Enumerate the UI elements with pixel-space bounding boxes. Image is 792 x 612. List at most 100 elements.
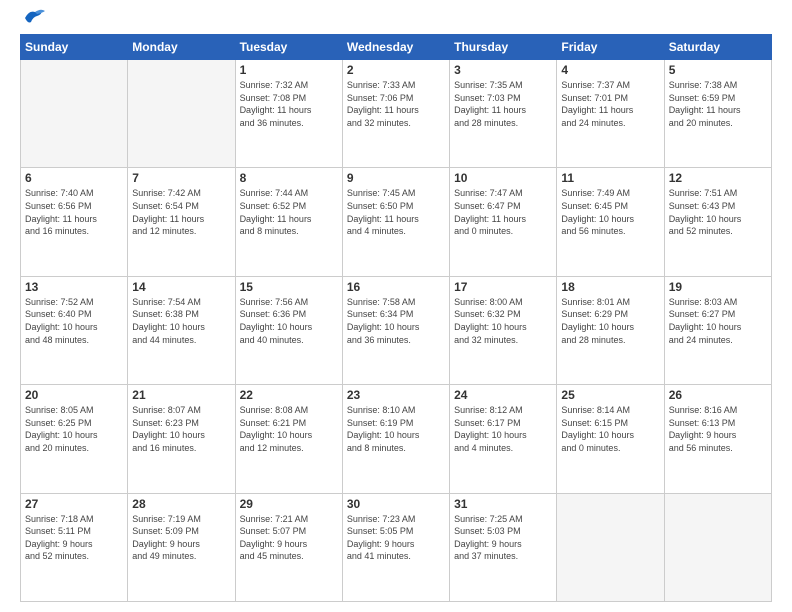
calendar-cell: 7 Sunrise: 7:42 AM Sunset: 6:54 PM Daylig… <box>128 168 235 276</box>
day-number: 1 <box>240 63 338 77</box>
day-number: 21 <box>132 388 230 402</box>
day-info: Sunrise: 7:23 AM Sunset: 5:05 PM Dayligh… <box>347 513 445 563</box>
calendar-cell: 5 Sunrise: 7:38 AM Sunset: 6:59 PM Daylig… <box>664 60 771 168</box>
calendar-cell: 26 Sunrise: 8:16 AM Sunset: 6:13 PM Dayli… <box>664 385 771 493</box>
calendar-cell: 3Sunrise: 7:35 AM Sunset: 7:03 PM Daylig… <box>450 60 557 168</box>
day-info: Sunrise: 7:38 AM Sunset: 6:59 PM Dayligh… <box>669 79 767 129</box>
day-info: Sunrise: 7:58 AM Sunset: 6:34 PM Dayligh… <box>347 296 445 346</box>
calendar-cell: 14 Sunrise: 7:54 AM Sunset: 6:38 PM Dayli… <box>128 276 235 384</box>
day-number: 2 <box>347 63 445 77</box>
day-number: 12 <box>669 171 767 185</box>
day-info: Sunrise: 8:07 AM Sunset: 6:23 PM Dayligh… <box>132 404 230 454</box>
day-info: Sunrise: 7:21 AM Sunset: 5:07 PM Dayligh… <box>240 513 338 563</box>
calendar-cell: 23 Sunrise: 8:10 AM Sunset: 6:19 PM Dayli… <box>342 385 449 493</box>
page: SundayMondayTuesdayWednesdayThursdayFrid… <box>0 0 792 612</box>
day-info: Sunrise: 8:05 AM Sunset: 6:25 PM Dayligh… <box>25 404 123 454</box>
day-info: Sunrise: 8:03 AM Sunset: 6:27 PM Dayligh… <box>669 296 767 346</box>
weekday-header: Sunday <box>21 35 128 60</box>
day-number: 20 <box>25 388 123 402</box>
calendar-cell: 17Sunrise: 8:00 AM Sunset: 6:32 PM Dayli… <box>450 276 557 384</box>
day-number: 22 <box>240 388 338 402</box>
calendar-cell: 29Sunrise: 7:21 AM Sunset: 5:07 PM Dayli… <box>235 493 342 601</box>
weekday-header: Tuesday <box>235 35 342 60</box>
day-info: Sunrise: 7:45 AM Sunset: 6:50 PM Dayligh… <box>347 187 445 237</box>
calendar-cell: 20 Sunrise: 8:05 AM Sunset: 6:25 PM Dayli… <box>21 385 128 493</box>
day-info: Sunrise: 7:35 AM Sunset: 7:03 PM Dayligh… <box>454 79 552 129</box>
calendar-cell: 2 Sunrise: 7:33 AM Sunset: 7:06 PM Daylig… <box>342 60 449 168</box>
calendar-cell: 21 Sunrise: 8:07 AM Sunset: 6:23 PM Dayli… <box>128 385 235 493</box>
day-number: 23 <box>347 388 445 402</box>
day-number: 4 <box>561 63 659 77</box>
day-number: 10 <box>454 171 552 185</box>
day-number: 25 <box>561 388 659 402</box>
calendar-cell: 6 Sunrise: 7:40 AM Sunset: 6:56 PM Daylig… <box>21 168 128 276</box>
day-info: Sunrise: 7:37 AM Sunset: 7:01 PM Dayligh… <box>561 79 659 129</box>
calendar-table: SundayMondayTuesdayWednesdayThursdayFrid… <box>20 34 772 602</box>
day-number: 6 <box>25 171 123 185</box>
day-info: Sunrise: 7:40 AM Sunset: 6:56 PM Dayligh… <box>25 187 123 237</box>
calendar-cell: 4 Sunrise: 7:37 AM Sunset: 7:01 PM Daylig… <box>557 60 664 168</box>
day-info: Sunrise: 7:52 AM Sunset: 6:40 PM Dayligh… <box>25 296 123 346</box>
calendar-cell: 22 Sunrise: 8:08 AM Sunset: 6:21 PM Dayli… <box>235 385 342 493</box>
calendar-cell: 10 Sunrise: 7:47 AM Sunset: 6:47 PM Dayli… <box>450 168 557 276</box>
day-info: Sunrise: 7:42 AM Sunset: 6:54 PM Dayligh… <box>132 187 230 237</box>
calendar-cell: 15 Sunrise: 7:56 AM Sunset: 6:36 PM Dayli… <box>235 276 342 384</box>
calendar-cell: 18 Sunrise: 8:01 AM Sunset: 6:29 PM Dayli… <box>557 276 664 384</box>
calendar-cell: 31Sunrise: 7:25 AM Sunset: 5:03 PM Dayli… <box>450 493 557 601</box>
weekday-header: Friday <box>557 35 664 60</box>
day-info: Sunrise: 7:19 AM Sunset: 5:09 PM Dayligh… <box>132 513 230 563</box>
day-number: 15 <box>240 280 338 294</box>
day-number: 24 <box>454 388 552 402</box>
calendar-cell: 28 Sunrise: 7:19 AM Sunset: 5:09 PM Dayli… <box>128 493 235 601</box>
day-number: 16 <box>347 280 445 294</box>
header <box>20 16 772 26</box>
calendar-cell <box>557 493 664 601</box>
calendar-cell: 16 Sunrise: 7:58 AM Sunset: 6:34 PM Dayli… <box>342 276 449 384</box>
day-info: Sunrise: 8:10 AM Sunset: 6:19 PM Dayligh… <box>347 404 445 454</box>
day-number: 26 <box>669 388 767 402</box>
calendar-cell: 27 Sunrise: 7:18 AM Sunset: 5:11 PM Dayli… <box>21 493 128 601</box>
calendar-cell: 24 Sunrise: 8:12 AM Sunset: 6:17 PM Dayli… <box>450 385 557 493</box>
day-info: Sunrise: 8:14 AM Sunset: 6:15 PM Dayligh… <box>561 404 659 454</box>
calendar-cell <box>128 60 235 168</box>
day-info: Sunrise: 8:01 AM Sunset: 6:29 PM Dayligh… <box>561 296 659 346</box>
calendar-cell: 12 Sunrise: 7:51 AM Sunset: 6:43 PM Dayli… <box>664 168 771 276</box>
day-info: Sunrise: 7:18 AM Sunset: 5:11 PM Dayligh… <box>25 513 123 563</box>
day-number: 18 <box>561 280 659 294</box>
weekday-header: Wednesday <box>342 35 449 60</box>
calendar-cell: 30 Sunrise: 7:23 AM Sunset: 5:05 PM Dayli… <box>342 493 449 601</box>
day-info: Sunrise: 7:56 AM Sunset: 6:36 PM Dayligh… <box>240 296 338 346</box>
weekday-header: Thursday <box>450 35 557 60</box>
day-info: Sunrise: 8:12 AM Sunset: 6:17 PM Dayligh… <box>454 404 552 454</box>
day-number: 5 <box>669 63 767 77</box>
day-number: 30 <box>347 497 445 511</box>
day-info: Sunrise: 7:47 AM Sunset: 6:47 PM Dayligh… <box>454 187 552 237</box>
day-info: Sunrise: 8:16 AM Sunset: 6:13 PM Dayligh… <box>669 404 767 454</box>
day-number: 7 <box>132 171 230 185</box>
day-number: 17 <box>454 280 552 294</box>
calendar-cell: 1Sunrise: 7:32 AM Sunset: 7:08 PM Daylig… <box>235 60 342 168</box>
day-number: 31 <box>454 497 552 511</box>
weekday-header: Monday <box>128 35 235 60</box>
day-number: 28 <box>132 497 230 511</box>
day-number: 27 <box>25 497 123 511</box>
day-number: 8 <box>240 171 338 185</box>
day-info: Sunrise: 7:33 AM Sunset: 7:06 PM Dayligh… <box>347 79 445 129</box>
day-info: Sunrise: 8:08 AM Sunset: 6:21 PM Dayligh… <box>240 404 338 454</box>
logo-bird-icon <box>23 8 45 26</box>
day-info: Sunrise: 7:49 AM Sunset: 6:45 PM Dayligh… <box>561 187 659 237</box>
day-number: 11 <box>561 171 659 185</box>
calendar-cell <box>21 60 128 168</box>
day-number: 14 <box>132 280 230 294</box>
day-info: Sunrise: 7:54 AM Sunset: 6:38 PM Dayligh… <box>132 296 230 346</box>
day-number: 19 <box>669 280 767 294</box>
day-info: Sunrise: 7:44 AM Sunset: 6:52 PM Dayligh… <box>240 187 338 237</box>
day-info: Sunrise: 7:51 AM Sunset: 6:43 PM Dayligh… <box>669 187 767 237</box>
weekday-header: Saturday <box>664 35 771 60</box>
day-number: 9 <box>347 171 445 185</box>
calendar-cell: 19 Sunrise: 8:03 AM Sunset: 6:27 PM Dayli… <box>664 276 771 384</box>
calendar-cell: 11 Sunrise: 7:49 AM Sunset: 6:45 PM Dayli… <box>557 168 664 276</box>
calendar-cell: 9 Sunrise: 7:45 AM Sunset: 6:50 PM Daylig… <box>342 168 449 276</box>
logo <box>20 16 45 26</box>
calendar-cell: 25 Sunrise: 8:14 AM Sunset: 6:15 PM Dayli… <box>557 385 664 493</box>
